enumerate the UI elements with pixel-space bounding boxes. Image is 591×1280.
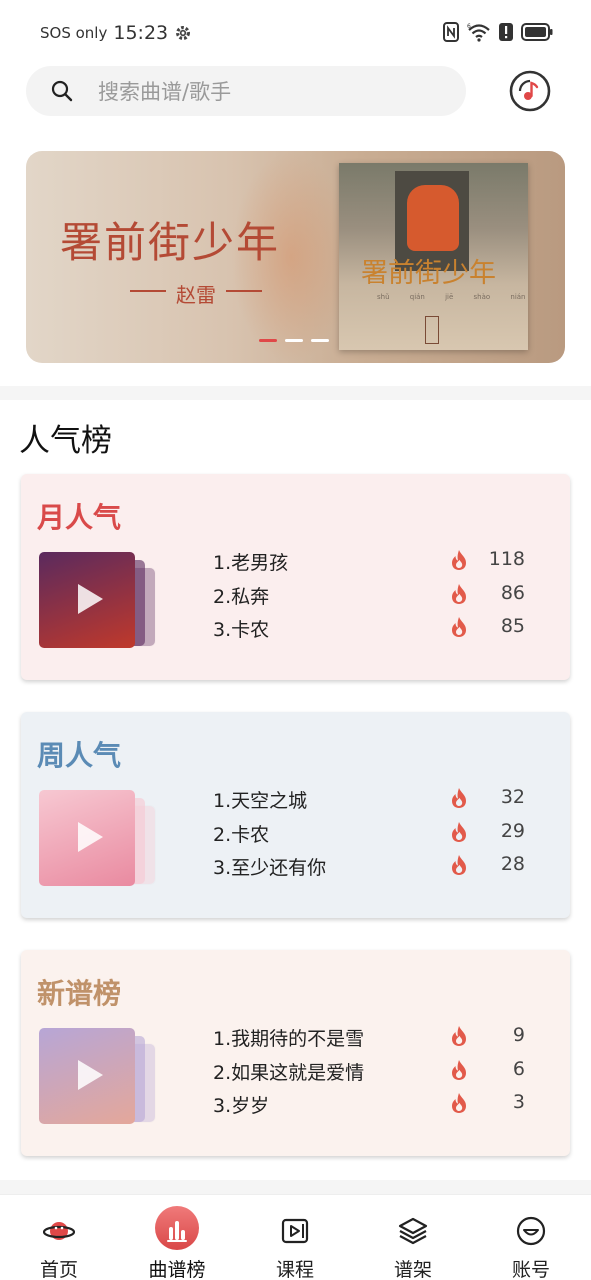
bottom-nav: 首页 曲谱榜 课程 谱架 账号: [0, 1194, 591, 1280]
song-name: 2.如果这就是爱情: [213, 1061, 365, 1084]
nav-shelf[interactable]: 谱架: [363, 1203, 463, 1280]
chart-card-monthly[interactable]: 月人气 1.老男孩 118 2.私奔 86 3.卡农 85: [21, 474, 570, 680]
nav-label: 账号: [511, 1259, 550, 1280]
search-icon: [51, 80, 73, 102]
play-count: 118: [488, 548, 525, 570]
song-name: 1.老男孩: [213, 552, 289, 574]
cover-image: [39, 552, 135, 648]
nav-label: 课程: [275, 1259, 314, 1280]
gear-icon: [176, 26, 191, 40]
play-icon: [78, 1060, 103, 1090]
play-count: 9: [512, 1024, 525, 1046]
rank-row[interactable]: 1.天空之城 32: [213, 784, 533, 818]
play-count: 32: [500, 786, 525, 808]
album-photo-figure: [407, 185, 459, 251]
album-seal: [425, 316, 439, 344]
album-pinyin: shǔ qián jiē shào nián: [377, 293, 526, 301]
nav-courses[interactable]: 课程: [245, 1203, 345, 1280]
clock: 15:23: [113, 22, 169, 44]
banner-title: 署前街少年: [60, 218, 281, 267]
banner-divider: [130, 290, 166, 292]
music-disc-icon[interactable]: [508, 69, 552, 113]
nfc-icon: [443, 22, 459, 42]
rank-row[interactable]: 2.私奔 86: [213, 580, 533, 614]
rank-row[interactable]: 3.卡农 85: [213, 613, 533, 647]
carousel-indicator: [259, 339, 329, 342]
song-name: 3.岁岁: [213, 1095, 270, 1117]
rank-row[interactable]: 2.如果这就是爱情 6: [213, 1056, 533, 1090]
carousel-dot[interactable]: [311, 339, 329, 342]
song-name: 3.至少还有你: [213, 857, 327, 879]
cover-stack[interactable]: [39, 552, 159, 650]
nav-label: 首页: [39, 1259, 78, 1280]
play-count: 28: [500, 853, 525, 875]
rank-row[interactable]: 3.岁岁 3: [213, 1089, 533, 1123]
rank-row[interactable]: 1.我期待的不是雪 9: [213, 1022, 533, 1056]
cover-image: [39, 790, 135, 886]
video-play-icon: [281, 1218, 309, 1244]
play-count: 29: [500, 819, 525, 842]
battery-icon: [521, 23, 553, 41]
carousel-dot[interactable]: [285, 339, 303, 342]
rank-list: 1.老男孩 118 2.私奔 86 3.卡农 85: [213, 546, 533, 647]
play-count: 86: [500, 581, 525, 604]
song-name: 3.卡农: [213, 619, 270, 641]
svg-text:6: 6: [467, 23, 471, 30]
carrier-text: SOS only: [40, 24, 108, 42]
rank-list: 1.我期待的不是雪 9 2.如果这就是爱情 6 3.岁岁 3: [213, 1022, 533, 1123]
nav-divider: [0, 1180, 591, 1194]
rank-row[interactable]: 2.卡农 29: [213, 818, 533, 852]
nav-label: 谱架: [393, 1259, 432, 1280]
play-count: 3: [512, 1091, 525, 1113]
cover-image: [39, 1028, 135, 1124]
alert-icon: [499, 23, 513, 41]
smile-face-icon: [516, 1216, 546, 1246]
cover-stack[interactable]: [39, 790, 159, 888]
chart-title: 新谱榜: [37, 977, 122, 1010]
banner-artist: 赵雷: [176, 283, 216, 307]
layers-icon: [398, 1217, 428, 1245]
rank-list: 1.天空之城 32 2.卡农 29 3.至少还有你 28: [213, 784, 533, 885]
chart-card-weekly[interactable]: 周人气 1.天空之城 32 2.卡农 29 3.至少还有你 28: [21, 712, 570, 918]
section-title: 人气榜: [19, 423, 112, 459]
play-count: 85: [500, 615, 525, 637]
rank-row[interactable]: 3.至少还有你 28: [213, 851, 533, 885]
song-name: 1.天空之城: [213, 790, 308, 812]
play-icon: [78, 584, 103, 614]
planet-icon: [43, 1222, 75, 1240]
carousel-dot[interactable]: [259, 339, 277, 342]
nav-account[interactable]: 账号: [481, 1203, 581, 1280]
song-name: 1.我期待的不是雪: [213, 1028, 365, 1050]
chart-title: 月人气: [37, 501, 122, 534]
album-cover: 署前街少年 shǔ qián jiē shào nián: [339, 163, 528, 350]
cover-stack[interactable]: [39, 1028, 159, 1126]
chart-title: 周人气: [37, 739, 122, 772]
play-icon: [78, 822, 103, 852]
play-count: 6: [512, 1057, 525, 1080]
nav-home[interactable]: 首页: [9, 1203, 109, 1280]
search-bar[interactable]: 搜索曲谱/歌手: [26, 66, 466, 116]
chart-card-new[interactable]: 新谱榜 1.我期待的不是雪 9 2.如果这就是爱情 6 3.岁岁 3: [21, 950, 570, 1156]
status-left: SOS only 15:23: [40, 22, 192, 44]
status-bar: SOS only 15:23 6: [0, 0, 591, 66]
song-name: 2.卡农: [213, 823, 270, 846]
status-right: 6: [443, 22, 553, 42]
search-input[interactable]: 搜索曲谱/歌手: [98, 76, 231, 106]
wifi-icon: 6: [467, 23, 490, 42]
album-title: 署前街少年: [361, 258, 496, 289]
nav-charts[interactable]: 曲谱榜: [127, 1203, 227, 1280]
song-name: 2.私奔: [213, 585, 270, 608]
promo-banner[interactable]: 署前街少年 赵雷 署前街少年 shǔ qián jiē shào nián: [26, 151, 565, 363]
section-divider: [0, 386, 591, 400]
banner-divider: [226, 290, 262, 292]
chart-bars-icon: [167, 1221, 187, 1242]
rank-row[interactable]: 1.老男孩 118: [213, 546, 533, 580]
nav-label: 曲谱榜: [148, 1259, 206, 1280]
